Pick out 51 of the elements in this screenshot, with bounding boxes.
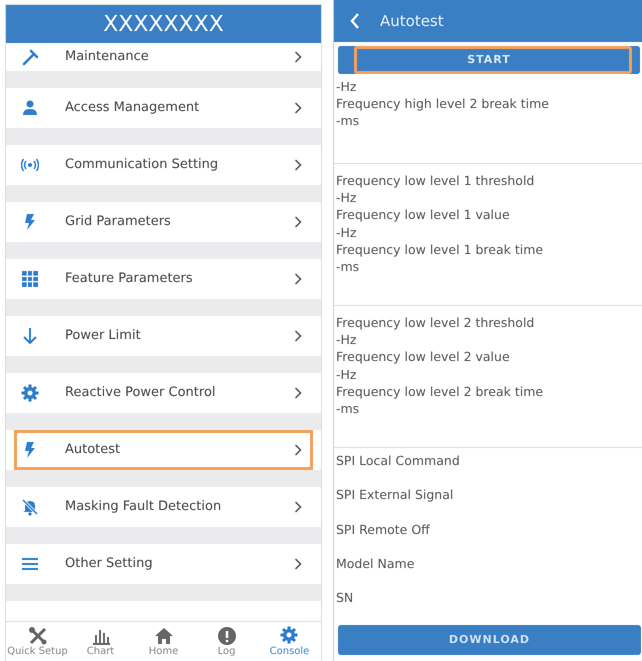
info-icon [216, 626, 236, 646]
field-label: Frequency low level 1 value [336, 206, 511, 224]
tab[interactable]: Chart [69, 622, 132, 661]
tab[interactable]: Quick Setup [6, 622, 69, 661]
field-label: Frequency low level 1 threshold [336, 172, 536, 190]
menu-item[interactable]: Autotest [14, 430, 313, 470]
wrench-icon [21, 48, 39, 66]
field-label: SPI Local Command [336, 453, 460, 468]
down-arrow-icon [21, 327, 39, 345]
person-icon [21, 99, 39, 117]
chevron-icon [294, 330, 302, 342]
field-label: Frequency low level 2 value [336, 348, 511, 366]
muted-bell-icon [21, 498, 39, 516]
field-label: Frequency low level 2 threshold [336, 314, 536, 332]
chevron-icon [294, 51, 302, 63]
tab[interactable]: Home [132, 622, 195, 661]
grid-icon [21, 270, 39, 288]
chevron-icon [294, 216, 302, 228]
signal-icon [21, 156, 39, 174]
value-text: -ms [336, 258, 360, 276]
value-text: -Hz [336, 189, 358, 206]
field-label: Frequency low level 2 break time [336, 382, 544, 400]
chevron-icon [294, 102, 302, 114]
value-text: -Hz [336, 331, 358, 348]
gear-icon [21, 384, 39, 402]
chevron-icon [294, 387, 302, 399]
field-label: SPI Remote Off [336, 522, 430, 537]
chevron-icon [294, 159, 302, 171]
field-label: SN [336, 590, 354, 606]
tab[interactable]: Console [258, 622, 321, 661]
field-label: SPI External Signal [336, 487, 454, 502]
tools-icon [28, 626, 48, 646]
field-label: Model Name [336, 556, 414, 571]
chevron-icon [294, 558, 302, 570]
app-title: XXXXXXXX [6, 5, 321, 43]
chevron-icon [294, 444, 302, 456]
menu-icon [21, 555, 39, 573]
field-label: Frequency high level 2 break time [336, 95, 550, 112]
field-label: Frequency low level 1 break time [336, 240, 544, 258]
screen-title: Autotest [380, 10, 444, 32]
home-icon [154, 626, 174, 646]
value-text: -ms [336, 400, 360, 418]
chevron-icon [294, 501, 302, 513]
chevron-icon [294, 273, 302, 285]
tab[interactable]: Log [195, 622, 258, 661]
value-text: -Hz [336, 366, 358, 383]
value-text: -ms [336, 112, 360, 130]
value-text: -Hz [336, 224, 358, 241]
value-text: -Hz [336, 78, 358, 96]
gear-icon [280, 626, 300, 646]
back-icon[interactable] [350, 13, 360, 29]
